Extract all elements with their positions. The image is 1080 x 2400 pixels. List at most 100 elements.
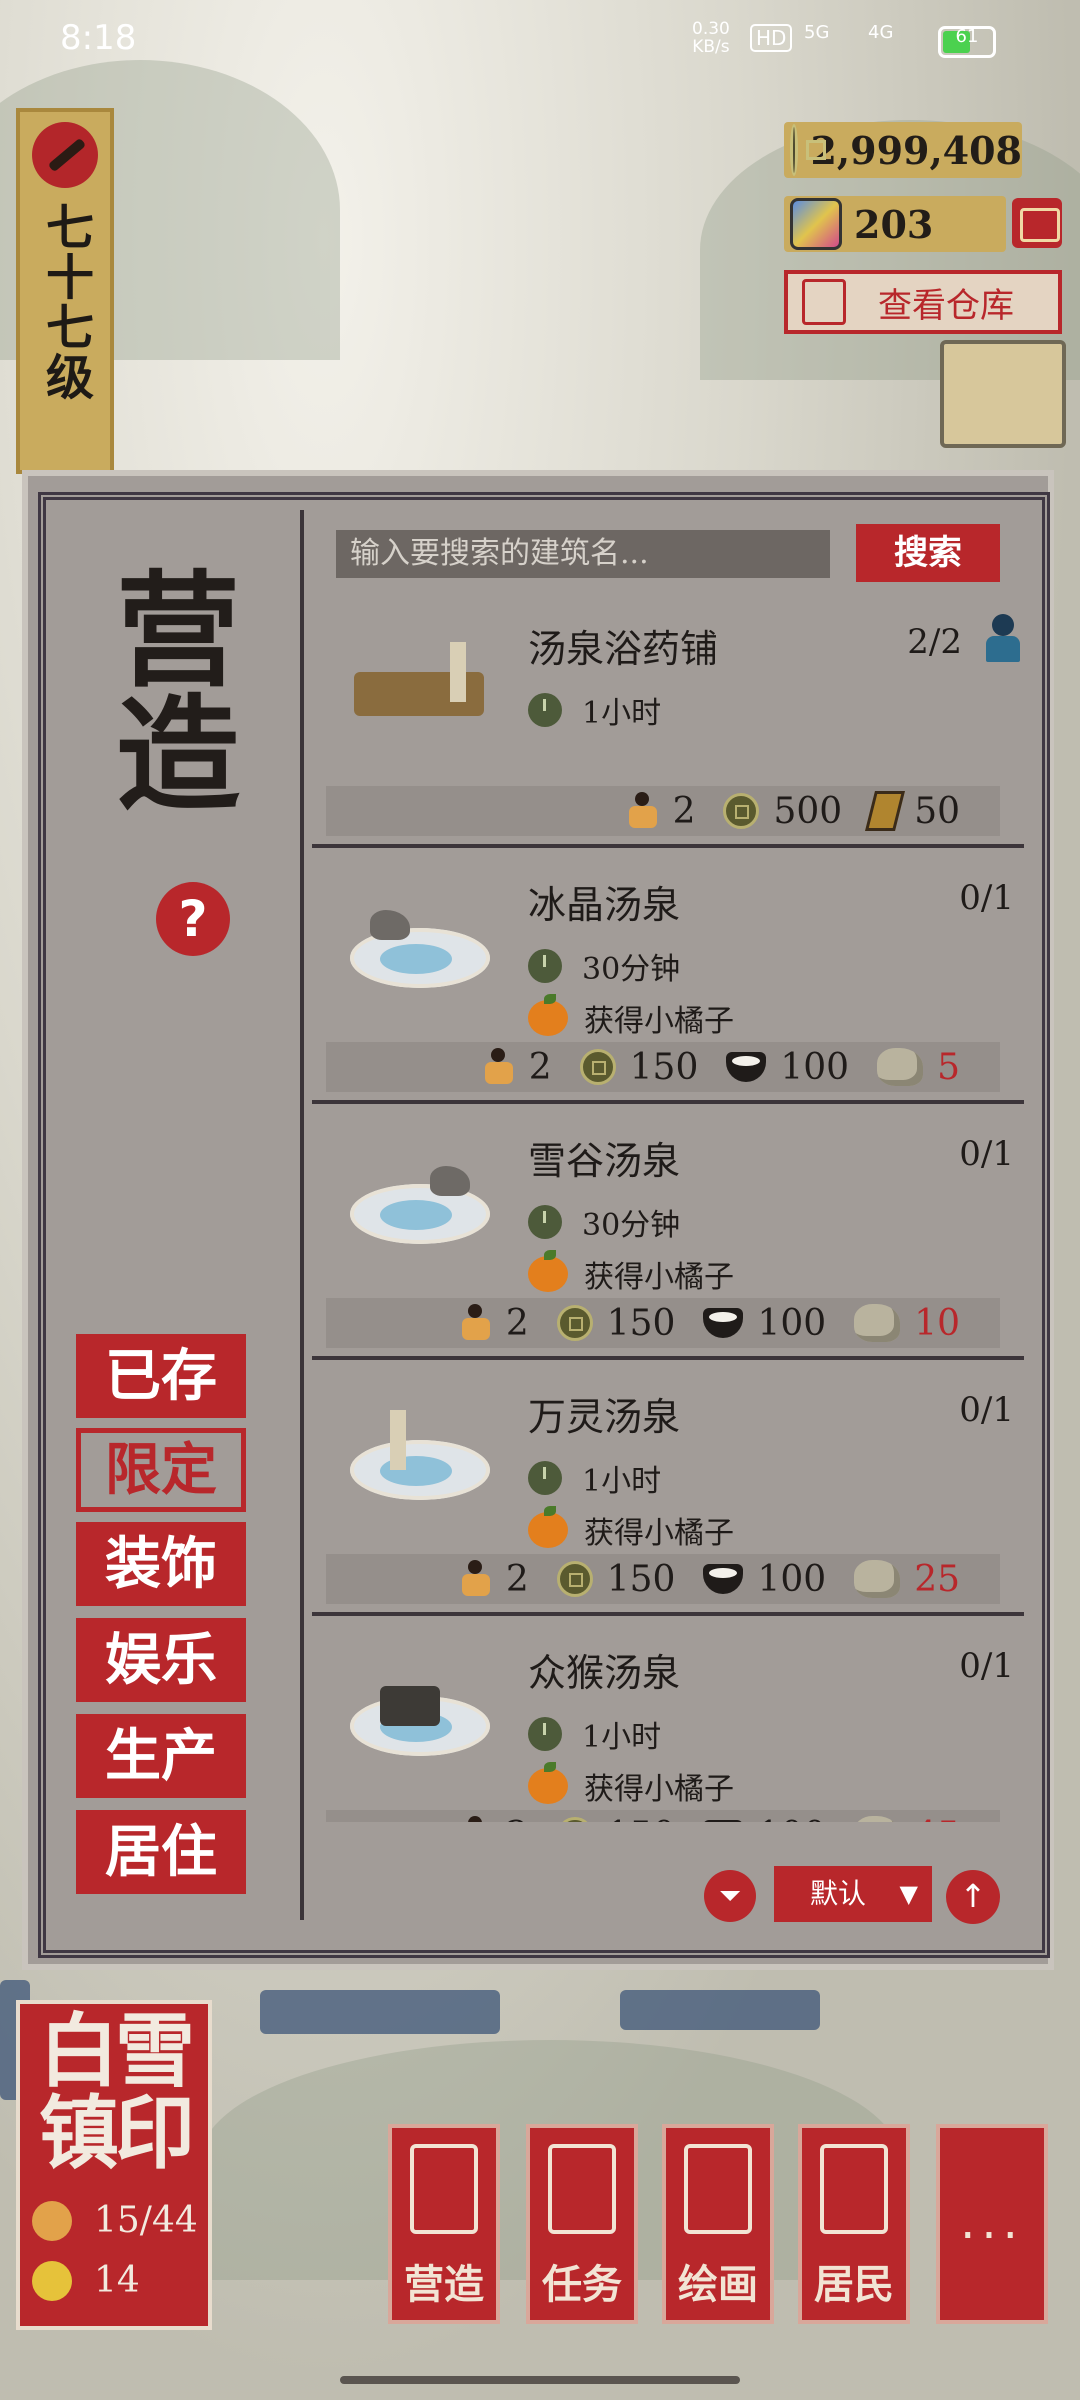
coin-icon	[556, 1561, 593, 1597]
town-info-card[interactable]: 白雪 镇印 15/44 14	[16, 2000, 212, 2330]
building-count: 0/1	[959, 1134, 1014, 1174]
clock: 8:18	[60, 18, 137, 58]
level-label: 七十七级	[37, 202, 93, 402]
build-reward: 获得小橘子	[528, 1250, 734, 1296]
building-name: 冰晶汤泉	[528, 883, 681, 927]
category-decoration[interactable]: 装饰	[76, 1522, 246, 1606]
nav-residents-button[interactable]: 居民	[798, 2124, 910, 2324]
category-stored[interactable]: 已存	[76, 1334, 246, 1418]
scroll-top-button[interactable]: ↑	[946, 1870, 1000, 1924]
sort-dropdown[interactable]: 默认 ▼	[774, 1866, 932, 1922]
signal-4g-icon: 4G	[868, 22, 894, 43]
nav-more-button[interactable]: ...	[936, 2124, 1048, 2324]
category-production[interactable]: 生产	[76, 1714, 246, 1798]
nav-build-button[interactable]: 营造	[388, 2124, 500, 2324]
worker-icon	[458, 1304, 492, 1342]
category-limited[interactable]: 限定	[76, 1428, 246, 1512]
battery-icon: 61	[938, 26, 996, 58]
category-entertainment[interactable]: 娱乐	[76, 1618, 246, 1702]
arrow-up-icon: ↑	[959, 1877, 987, 1915]
building-name: 汤泉浴药铺	[528, 627, 719, 671]
building-thumbnail	[340, 888, 500, 1008]
build-panel: 营造 ? 已存 限定 装饰 娱乐 生产 居住 输入要搜索的建筑名... 搜索 汤…	[22, 470, 1054, 1970]
building-item[interactable]: 众猴汤泉 0/1 1小时 获得小橘子 2 150 100 45	[304, 1616, 1034, 1822]
panel-title: 营造	[115, 559, 240, 828]
bowl-icon	[703, 1308, 744, 1338]
more-icon: ...	[960, 2194, 1024, 2250]
build-time: 1小时	[528, 1712, 661, 1756]
player-level-banner[interactable]: 七十七级	[16, 108, 114, 474]
clock-icon	[528, 1717, 562, 1751]
nav-painting-button[interactable]: 绘画	[662, 2124, 774, 2324]
building-item[interactable]: 汤泉浴药铺 2/2 1小时 2 500 50	[304, 592, 1034, 848]
building-item[interactable]: 雪谷汤泉 0/1 30分钟 获得小橘子 2 150 100 10	[304, 1104, 1034, 1360]
nav-tasks-button[interactable]: 任务	[526, 2124, 638, 2324]
resident-icon	[820, 2144, 888, 2234]
building-thumbnail	[340, 632, 500, 752]
clock-icon	[528, 949, 562, 983]
clock-icon	[528, 1205, 562, 1239]
search-input[interactable]: 输入要搜索的建筑名...	[336, 530, 830, 578]
coin-balance[interactable]: 2,999,408	[784, 122, 1022, 178]
orange-icon	[528, 1506, 568, 1548]
view-warehouse-button[interactable]: 查看仓库	[784, 270, 1062, 334]
coin-icon	[723, 793, 760, 829]
status-bar: 8:18 0.30 KB/s HD 5G 4G 61	[0, 0, 1080, 80]
help-button[interactable]: ?	[156, 882, 230, 956]
building-count: 0/1	[959, 1390, 1014, 1430]
treasure-chest-icon[interactable]	[1012, 198, 1062, 248]
stone-icon	[877, 1048, 924, 1086]
book-icon	[548, 2144, 616, 2234]
building-list[interactable]: 汤泉浴药铺 2/2 1小时 2 500 50 冰晶汤泉 0/1 30分钟 获得小…	[304, 592, 1034, 1822]
nav-label: 居民	[814, 2261, 894, 2308]
filter-button[interactable]: ⏷	[704, 1870, 756, 1922]
build-reward: 获得小橘子	[528, 1506, 734, 1552]
house-roof	[620, 1990, 820, 2030]
gem-balance[interactable]: 203	[784, 196, 1006, 252]
stone-icon	[854, 1816, 901, 1822]
building-thumbnail	[340, 1144, 500, 1264]
network-speed: 0.30 KB/s	[692, 19, 730, 57]
cost-coins: 500	[723, 791, 842, 832]
house-roof	[260, 1990, 500, 2034]
building-count: 2/2	[907, 622, 962, 662]
category-sidebar: 营造 ?	[68, 510, 298, 1920]
building-thumbnail	[340, 1656, 500, 1776]
coin-icon	[579, 1049, 616, 1085]
population-stat: 15/44	[32, 2200, 198, 2241]
happiness-stat: 14	[32, 2260, 140, 2301]
worker-icon	[458, 1816, 492, 1822]
map-scroll-button[interactable]	[940, 340, 1066, 448]
home-indicator[interactable]	[340, 2376, 740, 2384]
smiley-icon	[32, 2260, 72, 2301]
bowl-icon	[726, 1052, 767, 1082]
orange-icon	[528, 994, 568, 1036]
building-item[interactable]: 万灵汤泉 0/1 1小时 获得小橘子 2 150 100 25	[304, 1360, 1034, 1616]
build-time: 30分钟	[528, 1200, 680, 1244]
cost-planks: 50	[865, 791, 960, 832]
orange-icon	[528, 1250, 568, 1292]
pavilion-icon	[410, 2144, 478, 2234]
building-item[interactable]: 冰晶汤泉 0/1 30分钟 获得小橘子 2 150 100 5	[304, 848, 1034, 1104]
orange-icon	[528, 1762, 568, 1804]
worker-icon	[625, 792, 659, 830]
cost-bar: 2 150 100 5	[326, 1042, 1000, 1092]
search-button[interactable]: 搜索	[856, 524, 1000, 582]
warehouse-icon	[802, 279, 846, 325]
cost-workers: 2	[625, 791, 695, 832]
bowl-icon	[703, 1820, 744, 1822]
hd-icon: HD	[750, 24, 793, 52]
gem-icon	[790, 198, 842, 250]
cost-bar: 2 150 100 10	[326, 1298, 1000, 1348]
nav-label: 绘画	[678, 2261, 758, 2308]
population-icon	[32, 2200, 72, 2241]
cost-bar: 2 500 50	[326, 786, 1000, 836]
cost-bar: 2 150 100 45	[326, 1810, 1000, 1822]
clock-icon	[528, 693, 562, 727]
build-reward: 获得小橘子	[528, 1762, 734, 1808]
stone-icon	[854, 1304, 901, 1342]
coin-icon	[556, 1817, 593, 1822]
category-residence[interactable]: 居住	[76, 1810, 246, 1894]
plank-icon	[865, 791, 906, 831]
build-time: 1小时	[528, 1456, 661, 1500]
